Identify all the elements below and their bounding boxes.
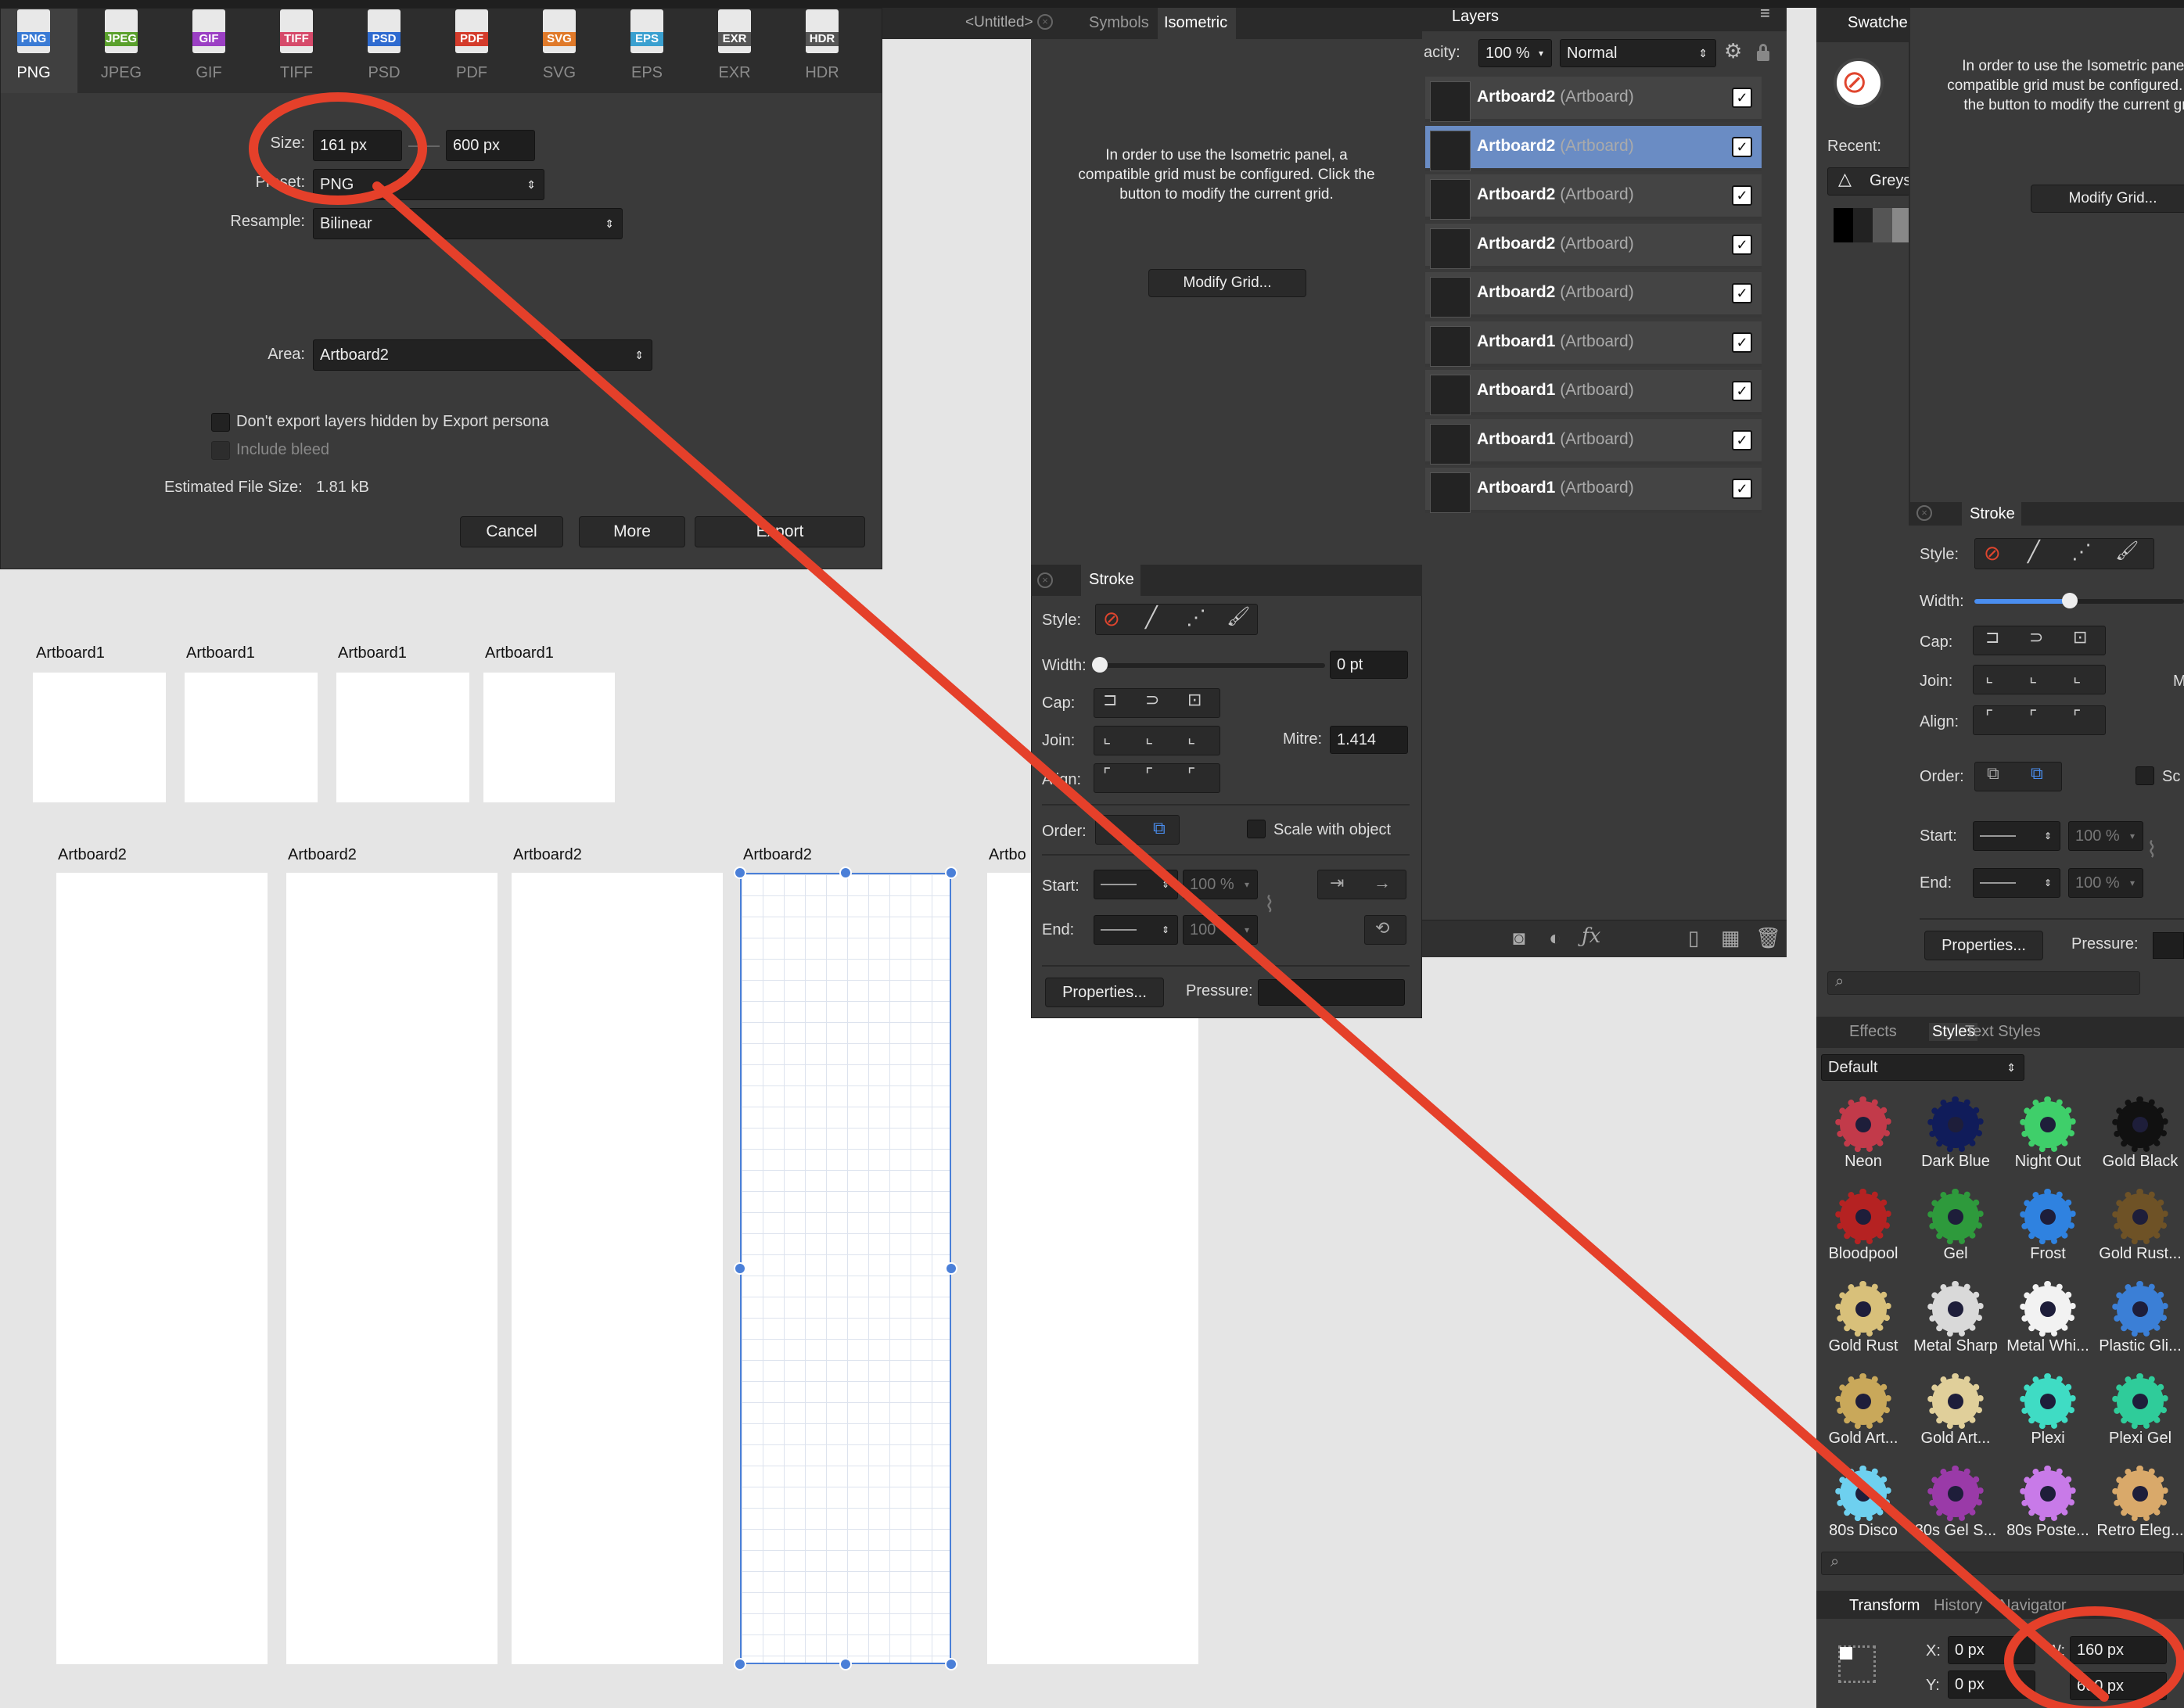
annotation-circle-size [249,92,427,205]
annotation-overlay [249,92,2184,1708]
annotation-arrow-line [372,181,2109,1702]
